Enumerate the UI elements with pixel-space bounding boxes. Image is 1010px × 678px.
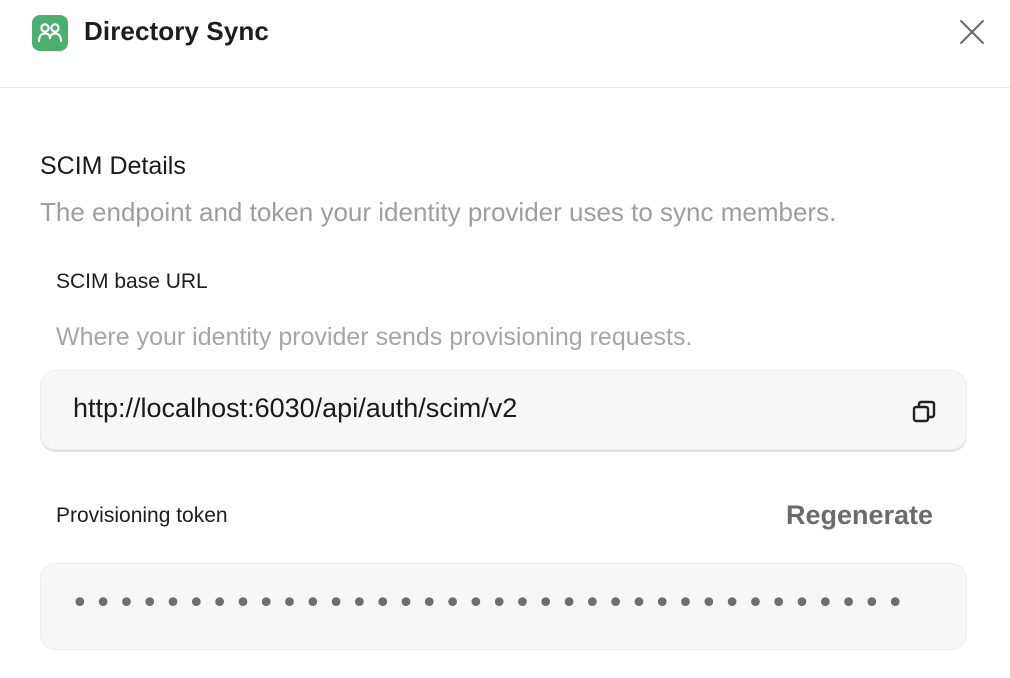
provisioning-token-field[interactable]: •••••••••••••••••••••••••••••••••••• <box>40 563 967 650</box>
copy-url-button[interactable] <box>911 399 937 425</box>
provisioning-token-masked-value: •••••••••••••••••••••••••••••••••••• <box>71 586 910 621</box>
section-description: The endpoint and token your identity pro… <box>40 197 837 227</box>
close-icon <box>959 19 985 45</box>
provisioning-token-label: Provisioning token <box>56 504 228 527</box>
dialog-header: Directory Sync <box>0 0 1010 88</box>
users-group-icon <box>32 15 68 51</box>
dialog-title: Directory Sync <box>84 16 269 46</box>
scim-base-url-help: Where your identity provider sends provi… <box>56 323 693 351</box>
scim-base-url-value[interactable]: http://localhost:6030/api/auth/scim/v2 <box>73 393 517 424</box>
scim-base-url-label: SCIM base URL <box>56 270 208 293</box>
section-title: SCIM Details <box>40 152 186 180</box>
scim-base-url-field[interactable]: http://localhost:6030/api/auth/scim/v2 <box>40 370 967 450</box>
regenerate-token-button[interactable]: Regenerate <box>786 500 933 531</box>
copy-icon <box>912 400 936 423</box>
close-button[interactable] <box>954 14 990 50</box>
